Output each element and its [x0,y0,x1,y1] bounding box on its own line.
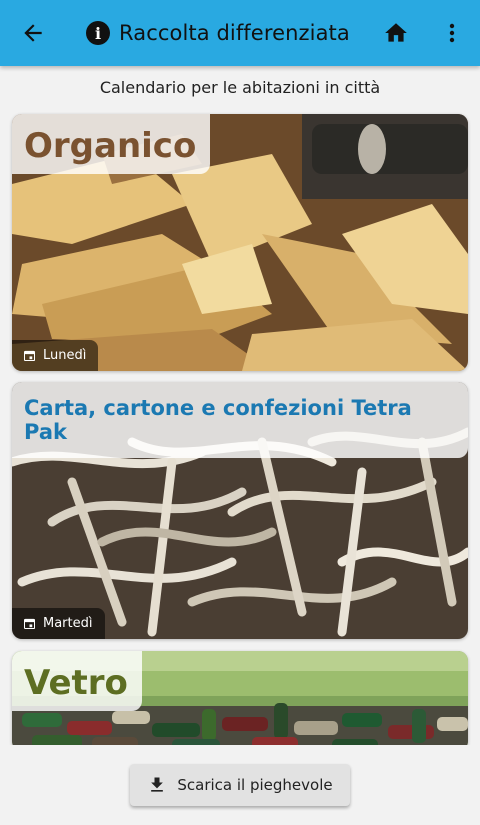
arrow-back-icon[interactable] [20,20,46,46]
calendar-icon [24,350,35,361]
download-button-label: Scarica il pieghevole [177,776,333,794]
download-button[interactable]: Scarica il pieghevole [130,764,350,806]
collection-day-label: Martedì [43,616,93,631]
card-title: Carta, cartone e confezioni Tetra Pak [12,382,468,458]
card-carta[interactable]: Carta, cartone e confezioni Tetra Pak Ma… [12,382,468,639]
download-icon [151,777,164,792]
more-vert-icon[interactable] [440,20,464,46]
app-bar-title-group: i Raccolta differenziata [86,18,350,48]
card-title: Organico [12,114,211,174]
card-vetro[interactable]: Vetro [12,651,468,751]
calendar-icon [24,618,35,629]
collection-day-label: Lunedì [43,348,87,363]
card-title: Vetro [12,651,142,711]
page-subtitle: Calendario per le abitazioni in città [99,78,381,97]
collection-day-badge: Lunedì [12,340,99,371]
info-icon[interactable]: i [86,21,110,45]
collection-day-badge: Martedì [12,608,105,639]
home-icon[interactable] [383,20,409,46]
card-organico[interactable]: Organico Lunedì [12,114,468,371]
page-title: Raccolta differenziata [119,21,350,45]
app-bar: i Raccolta differenziata [0,0,480,66]
